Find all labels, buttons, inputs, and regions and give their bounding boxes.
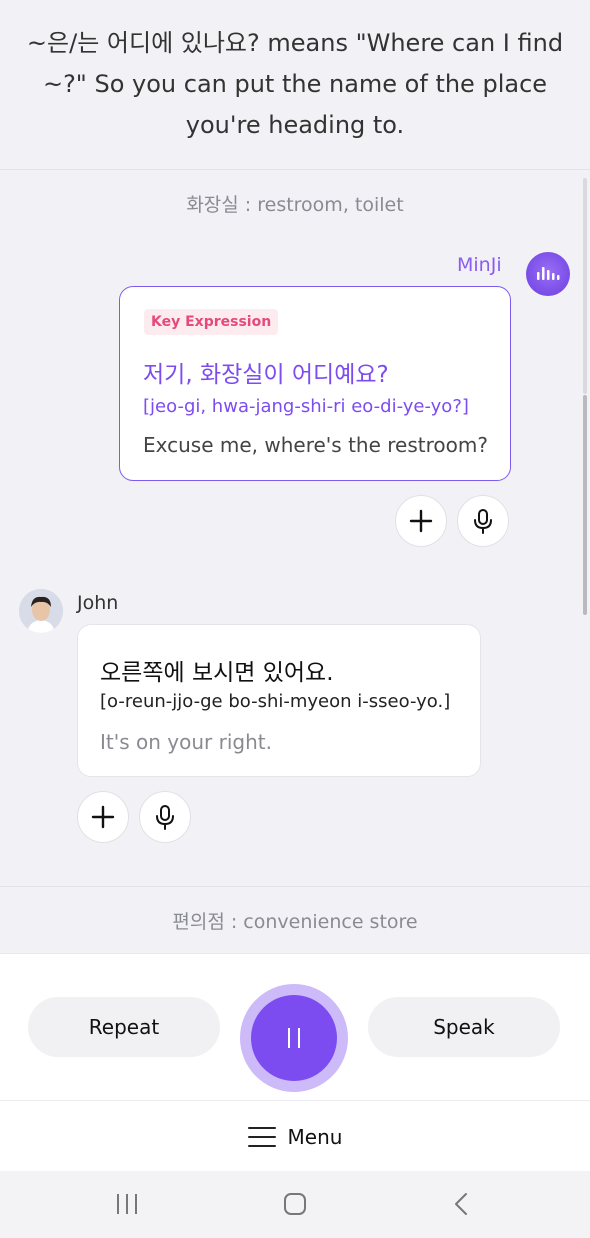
recent-apps-button[interactable] <box>112 1189 142 1219</box>
speak-button[interactable]: Speak <box>368 997 560 1057</box>
vocab-label-restroom: 화장실 : restroom, toilet <box>186 194 404 216</box>
pause-button[interactable] <box>240 984 348 1092</box>
add-expression-button[interactable] <box>77 791 129 843</box>
menu-label: Menu <box>287 1124 343 1149</box>
vocab-label-convenience-store: 편의점 : convenience store <box>172 911 418 933</box>
add-expression-button[interactable] <box>395 495 447 547</box>
menu-button[interactable]: Menu <box>0 1100 590 1172</box>
section-divider <box>0 886 590 887</box>
microphone-icon <box>156 805 174 830</box>
grammar-explanation-text: ~은/는 어디에 있나요? means "Where can I find ~?… <box>26 29 564 139</box>
minji-message-bubble: Key Expression 저기, 화장실이 어디예요? [jeo-gi, h… <box>119 286 511 481</box>
back-button[interactable] <box>446 1189 476 1219</box>
key-expression-tag: Key Expression <box>144 309 279 335</box>
john-romanization: [o-reun-jjo-ge bo-shi-myeon i-sseo-yo.] <box>100 691 451 712</box>
minji-avatar <box>526 252 570 296</box>
john-avatar <box>19 589 63 633</box>
grammar-explanation: ~은/는 어디에 있나요? means "Where can I find ~?… <box>0 0 590 170</box>
john-korean-text: 오른쪽에 보시면 있어요. <box>100 660 334 686</box>
sound-wave-icon <box>537 267 560 280</box>
recent-apps-icon <box>117 1194 137 1214</box>
scrollbar-thumb[interactable] <box>583 395 587 615</box>
home-button[interactable] <box>280 1189 310 1219</box>
hamburger-icon <box>247 1126 276 1147</box>
record-button[interactable] <box>139 791 191 843</box>
home-icon <box>284 1193 306 1215</box>
minji-korean-text: 저기, 화장실이 어디예요? <box>143 362 389 388</box>
back-icon <box>455 1193 467 1215</box>
repeat-button[interactable]: Repeat <box>28 997 220 1057</box>
system-navigation-bar <box>0 1171 590 1238</box>
microphone-icon <box>474 509 492 534</box>
pause-button-core <box>251 995 337 1081</box>
minji-romanization: [jeo-gi, hwa-jang-shi-ri eo-di-ye-yo?] <box>143 396 469 417</box>
minji-english-text: Excuse me, where's the restroom? <box>143 433 488 457</box>
pause-icon <box>288 1028 300 1048</box>
john-english-text: It's on your right. <box>100 730 272 754</box>
plus-icon <box>409 509 433 533</box>
record-button[interactable] <box>457 495 509 547</box>
john-message-bubble: 오른쪽에 보시면 있어요. [o-reun-jjo-ge bo-shi-myeo… <box>77 624 481 777</box>
control-panel: Repeat Speak Menu <box>0 953 590 1171</box>
plus-icon <box>91 805 115 829</box>
person-photo-icon <box>19 589 63 633</box>
speaker-name-minji: MinJi <box>457 254 502 276</box>
speaker-name-john: John <box>77 592 119 614</box>
